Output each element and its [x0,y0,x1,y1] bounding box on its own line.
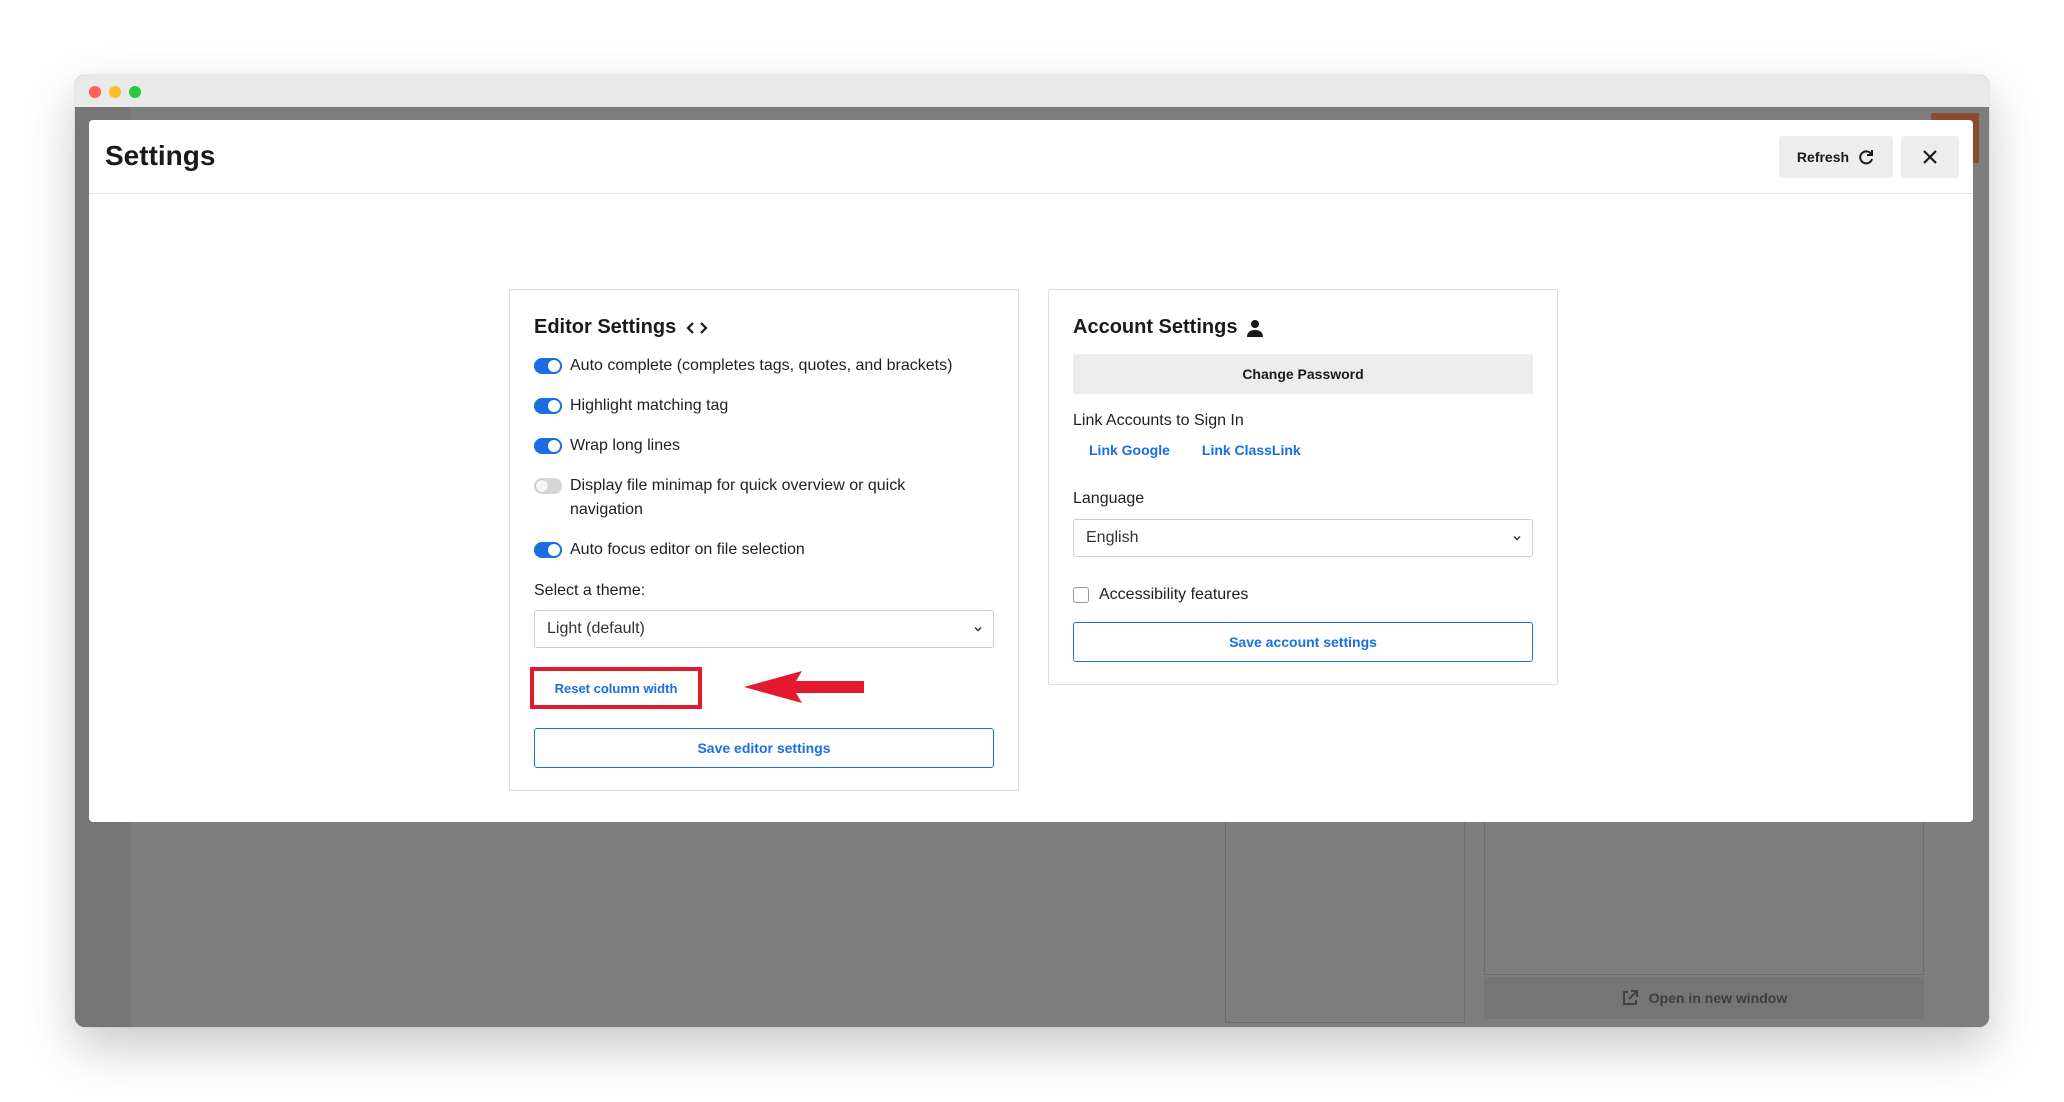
toggle-switch[interactable] [534,398,562,414]
editor-settings-title-text: Editor Settings [534,316,677,338]
language-label: Language [1073,490,1145,507]
user-icon [1247,319,1264,337]
toggle-switch[interactable] [534,542,562,558]
toggle-auto-complete[interactable]: Auto complete (completes tags, quotes, a… [534,354,952,378]
account-settings-title-text: Account Settings [1073,316,1238,338]
chevron-down-icon [974,626,982,632]
minimize-window-dot[interactable] [109,86,121,98]
change-password-button[interactable]: Change Password [1073,354,1533,394]
maximize-window-dot[interactable] [129,86,141,98]
toggle-highlight-matching-tag[interactable]: Highlight matching tag [534,394,728,418]
link-accounts-label: Link Accounts to Sign In [1073,412,1244,429]
refresh-label: Refresh [1796,149,1850,165]
account-settings-title: Account Settings [1073,316,1264,339]
annotation-arrow-icon [744,671,864,703]
toggle-label: Auto focus editor on file selection [570,541,805,558]
accessibility-label: Accessibility features [1099,586,1249,603]
theme-select-label: Select a theme: [534,582,646,599]
toggle-display-minimap[interactable]: Display file minimap for quick overview … [534,474,954,522]
toggle-label: Highlight matching tag [570,397,729,414]
toggle-switch[interactable] [534,358,562,374]
toggle-label: Display file minimap for quick overview … [570,477,906,518]
chevron-down-icon [1513,535,1521,541]
link-google-button[interactable]: Link Google [1089,442,1170,458]
page-title: Settings [105,140,216,171]
window-titlebar [75,75,1989,107]
close-button[interactable] [1901,136,1959,178]
toggle-auto-focus-editor[interactable]: Auto focus editor on file selection [534,538,805,562]
app-panel-dimmed [1484,815,1924,975]
toggle-wrap-long-lines[interactable]: Wrap long lines [534,434,680,458]
external-link-icon [1622,990,1638,1005]
editor-settings-title: Editor Settings [534,316,708,339]
browser-window: Open in new window Settings Refresh Edit… [75,75,1989,1027]
editor-settings-card: Editor Settings Auto complete (completes… [509,289,1019,791]
highlight-annotation-box: Reset column width [530,667,702,709]
theme-select-value: Light (default) [547,620,645,637]
save-editor-settings-button[interactable]: Save editor settings [534,728,994,768]
close-icon [1923,150,1937,164]
code-icon [686,321,708,334]
save-account-settings-button[interactable]: Save account settings [1073,622,1533,662]
refresh-button[interactable]: Refresh [1779,136,1893,178]
refresh-icon [1859,150,1874,165]
toggle-label: Auto complete (completes tags, quotes, a… [570,357,953,374]
modal-header: Settings Refresh [89,120,1973,194]
app-panel-dimmed [1225,815,1465,1023]
accessibility-checkbox[interactable] [1073,587,1089,603]
settings-modal: Settings Refresh Editor Settings Auto co… [89,120,1973,822]
accessibility-features-option[interactable]: Accessibility features [1073,586,1248,604]
toggle-label: Wrap long lines [570,437,680,454]
theme-select[interactable]: Light (default) [534,610,994,648]
open-in-new-window-label: Open in new window [1648,990,1788,1006]
link-accounts-group: Link Google Link ClassLink [1089,442,1301,458]
reset-column-width-button[interactable]: Reset column width [540,677,692,699]
toggle-switch[interactable] [534,438,562,454]
language-select[interactable]: English [1073,519,1533,557]
account-settings-card: Account Settings Change Password Link Ac… [1048,289,1558,685]
toggle-switch[interactable] [534,478,562,494]
language-select-value: English [1086,529,1139,546]
link-classlink-button[interactable]: Link ClassLink [1202,442,1301,458]
open-in-new-window-button[interactable]: Open in new window [1484,977,1924,1019]
close-window-dot[interactable] [89,86,101,98]
